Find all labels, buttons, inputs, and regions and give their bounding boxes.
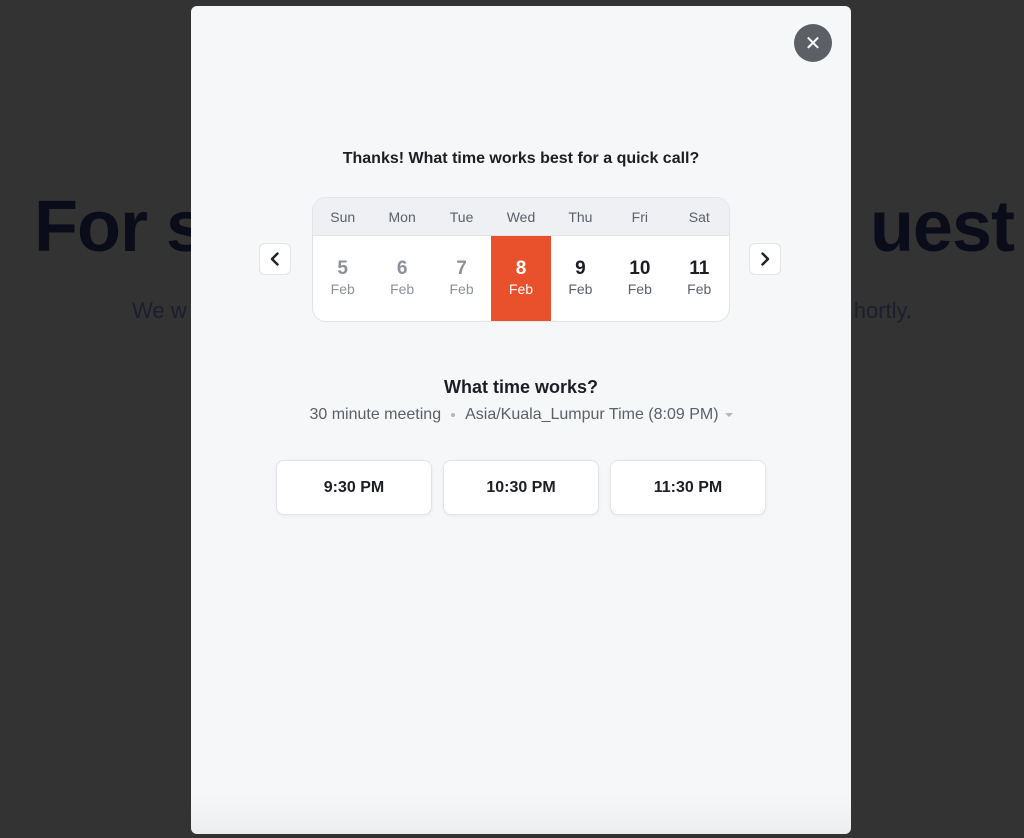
day-month: Feb	[330, 280, 355, 297]
day-number: 7	[456, 257, 467, 279]
time-slots: 9:30 PM 10:30 PM 11:30 PM	[276, 460, 766, 515]
day-month: Feb	[449, 280, 474, 297]
day-fri[interactable]: Fri 10 Feb	[610, 198, 670, 321]
day-name: Fri	[610, 198, 670, 236]
week-calendar: Sun 5 Feb Mon 6 Feb Tue 7 Feb Wed 8 Feb Thu 9 Feb Fri 10…	[312, 197, 730, 322]
timezone-label: Asia/Kuala_Lumpur Time (8:09 PM)	[465, 406, 719, 423]
day-name: Sun	[313, 198, 373, 236]
day-number: 8	[515, 257, 527, 279]
day-mon[interactable]: Mon 6 Feb	[372, 198, 432, 321]
previous-week-button[interactable]	[259, 243, 291, 275]
day-name: Sat	[669, 198, 729, 236]
day-cell: 11 Feb	[670, 236, 729, 321]
meeting-length: 30 minute meeting	[309, 406, 442, 423]
caret-down-icon	[724, 413, 733, 417]
day-sat[interactable]: Sat 11 Feb	[669, 198, 729, 321]
time-slot-button[interactable]: 10:30 PM	[443, 460, 599, 515]
scheduling-modal: ✕ Thanks! What time works best for a qui…	[191, 6, 851, 834]
day-month: Feb	[568, 280, 593, 297]
day-cell: 9 Feb	[551, 236, 610, 321]
day-thu[interactable]: Thu 9 Feb	[550, 198, 611, 321]
day-cell: 5 Feb	[313, 236, 372, 321]
modal-title: Thanks! What time works best for a quick…	[342, 150, 700, 167]
day-cell: 10 Feb	[610, 236, 669, 321]
background-subtitle-left: We w	[132, 298, 187, 323]
day-number: 6	[396, 257, 408, 279]
close-button[interactable]: ✕	[794, 24, 832, 62]
day-month: Feb	[687, 280, 712, 297]
day-number: 11	[689, 257, 710, 279]
bottom-fade	[191, 794, 851, 834]
day-month: Feb	[390, 280, 415, 297]
next-week-button[interactable]	[749, 243, 781, 275]
chevron-right-icon	[761, 252, 770, 266]
day-month: Feb	[627, 280, 652, 297]
day-name: Wed	[491, 198, 551, 236]
time-slot-button[interactable]: 9:30 PM	[276, 460, 432, 515]
day-name: Mon	[372, 198, 432, 236]
meeting-info: 30 minute meeting Asia/Kuala_Lumpur Time…	[191, 406, 851, 424]
background-subtitle-right: hortly.	[853, 298, 912, 323]
day-number: 10	[629, 257, 651, 279]
background-heading-left: For s	[34, 187, 206, 267]
separator-dot	[451, 413, 456, 417]
day-name: Tue	[431, 198, 492, 236]
day-number: 5	[337, 257, 348, 279]
time-section-title: What time works?	[443, 377, 599, 397]
day-name: Thu	[550, 198, 611, 236]
day-number: 9	[575, 257, 586, 279]
day-sun[interactable]: Sun 5 Feb	[313, 198, 373, 321]
day-cell: 8 Feb	[491, 236, 551, 321]
day-tue[interactable]: Tue 7 Feb	[431, 198, 492, 321]
day-cell: 6 Feb	[372, 236, 431, 321]
time-slot-button[interactable]: 11:30 PM	[610, 460, 766, 515]
close-icon: ✕	[804, 32, 822, 55]
background-heading-right: uest	[869, 187, 1015, 267]
day-month: Feb	[508, 280, 534, 297]
timezone-dropdown[interactable]: Asia/Kuala_Lumpur Time (8:09 PM)	[465, 406, 733, 424]
chevron-left-icon	[270, 252, 279, 266]
day-wed[interactable]: Wed 8 Feb	[491, 198, 551, 321]
day-cell: 7 Feb	[432, 236, 491, 321]
